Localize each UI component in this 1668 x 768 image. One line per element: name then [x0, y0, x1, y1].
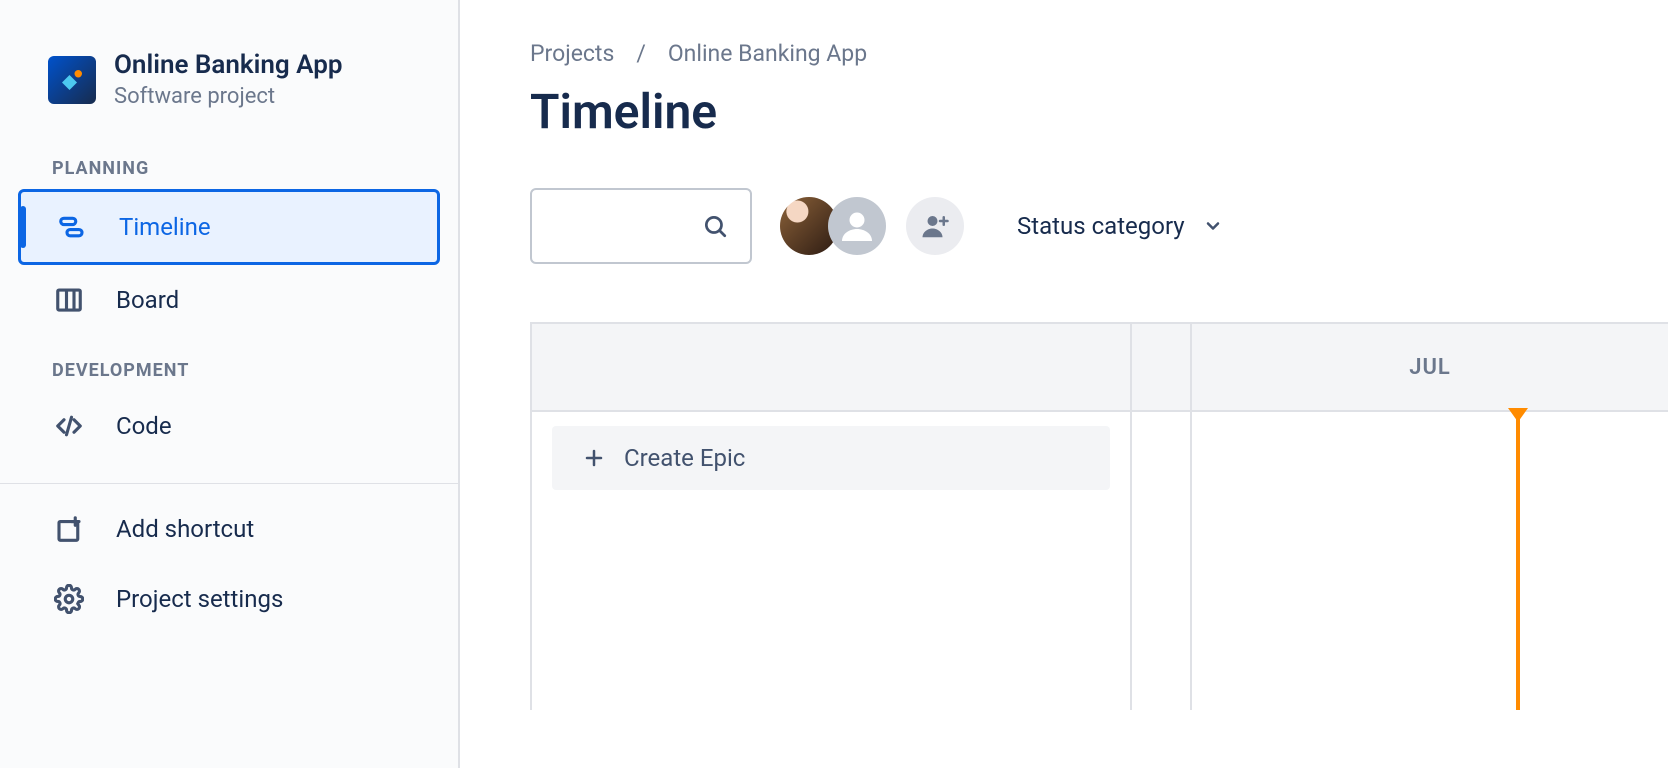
timeline-icon	[55, 210, 89, 244]
sidebar-item-label: Timeline	[119, 213, 211, 241]
chevron-down-icon	[1203, 216, 1223, 236]
plus-icon	[582, 446, 606, 470]
project-icon	[48, 56, 96, 104]
project-type: Software project	[114, 84, 342, 109]
sidebar-item-code[interactable]: Code	[18, 391, 440, 461]
breadcrumb: Projects / Online Banking App	[530, 40, 1668, 67]
breadcrumb-separator: /	[636, 40, 646, 67]
search-input[interactable]	[530, 188, 752, 264]
code-icon	[52, 409, 86, 443]
sidebar: Online Banking App Software project PLAN…	[0, 0, 460, 768]
board-icon	[52, 283, 86, 317]
add-shortcut-icon	[52, 512, 86, 546]
project-header[interactable]: Online Banking App Software project	[18, 50, 440, 133]
section-development: DEVELOPMENT	[18, 335, 440, 391]
main: Projects / Online Banking App Timeline S…	[460, 0, 1668, 768]
breadcrumb-root[interactable]: Projects	[530, 40, 614, 67]
status-category-label: Status category	[1017, 212, 1185, 240]
avatar[interactable]	[828, 197, 886, 255]
project-name: Online Banking App	[114, 50, 342, 80]
sidebar-item-add-shortcut[interactable]: Add shortcut	[18, 494, 440, 564]
sidebar-item-label: Board	[116, 286, 179, 314]
create-epic-button[interactable]: Create Epic	[552, 426, 1110, 490]
toolbar: Status category	[530, 188, 1668, 264]
timeline-grid: Create Epic JUL	[530, 322, 1668, 710]
sidebar-item-timeline[interactable]: Timeline	[18, 189, 440, 265]
timeline-spacer	[1132, 324, 1192, 710]
sidebar-item-label: Add shortcut	[116, 515, 254, 543]
sidebar-item-label: Code	[116, 412, 172, 440]
sidebar-item-project-settings[interactable]: Project settings	[18, 564, 440, 634]
gear-icon	[52, 582, 86, 616]
create-epic-label: Create Epic	[624, 444, 745, 472]
add-people-button[interactable]	[906, 197, 964, 255]
breadcrumb-current[interactable]: Online Banking App	[668, 40, 867, 67]
page-title: Timeline	[530, 83, 1668, 140]
epic-column-header	[532, 324, 1130, 412]
divider	[0, 483, 458, 484]
timeline-month-column[interactable]: JUL	[1192, 324, 1668, 710]
search-icon	[702, 213, 728, 239]
sidebar-item-label: Project settings	[116, 585, 283, 613]
today-marker	[1516, 410, 1520, 710]
epic-column: Create Epic	[532, 324, 1132, 710]
sidebar-item-board[interactable]: Board	[18, 265, 440, 335]
month-label: JUL	[1192, 324, 1668, 412]
avatar-group	[780, 197, 964, 255]
section-planning: PLANNING	[18, 133, 440, 189]
status-category-filter[interactable]: Status category	[1017, 212, 1223, 240]
